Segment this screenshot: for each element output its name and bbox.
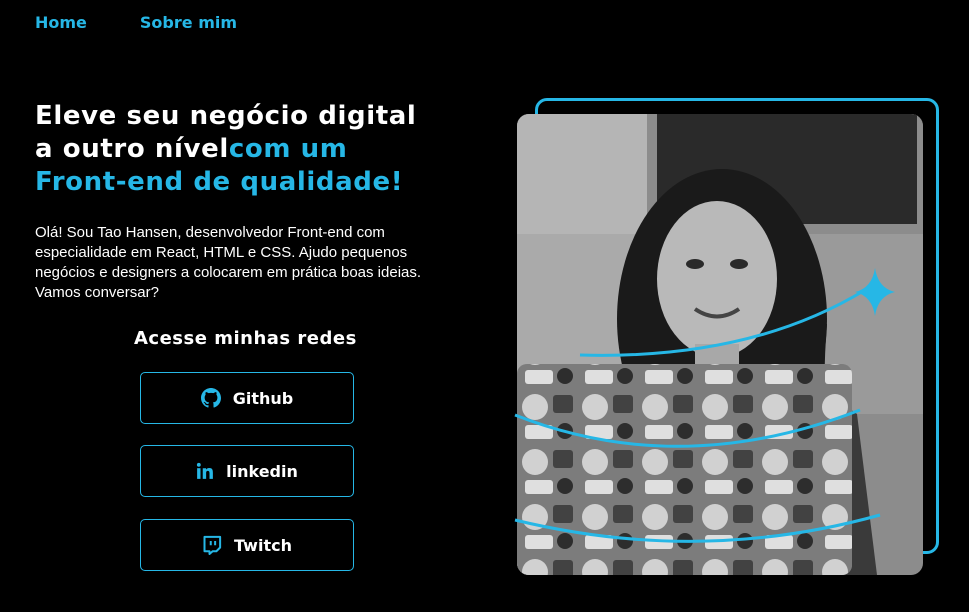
github-button-label: Github	[232, 388, 294, 408]
headline-line-1: Eleve seu negócio digital	[35, 101, 417, 131]
nav-home-link[interactable]: Home	[35, 13, 87, 32]
hero-intro-text: Olá! Sou Tao Hansen, desenvolvedor Front…	[35, 224, 422, 301]
social-section-title: Acesse minhas redes	[134, 328, 357, 349]
nav-about-link[interactable]: Sobre mim	[140, 13, 237, 32]
twitch-button[interactable]: Twitch	[140, 519, 354, 571]
github-icon	[200, 388, 221, 408]
github-button[interactable]: Github	[140, 372, 354, 424]
hero-headline: Eleve seu negócio digital a outro nívelc…	[35, 100, 475, 199]
headline-line-2-white: a outro nível	[35, 134, 229, 164]
headline-line-2-accent: com um	[228, 134, 348, 164]
linkedin-icon	[196, 462, 214, 480]
main-nav: Home Sobre mim	[35, 13, 237, 32]
twitch-button-label: Twitch	[234, 535, 292, 555]
linkedin-button[interactable]: linkedin	[140, 445, 354, 497]
twitch-icon	[202, 535, 222, 555]
profile-photo	[517, 114, 923, 575]
linkedin-button-label: linkedin	[226, 461, 298, 481]
headline-line-3: Front-end de qualidade!	[35, 167, 404, 197]
